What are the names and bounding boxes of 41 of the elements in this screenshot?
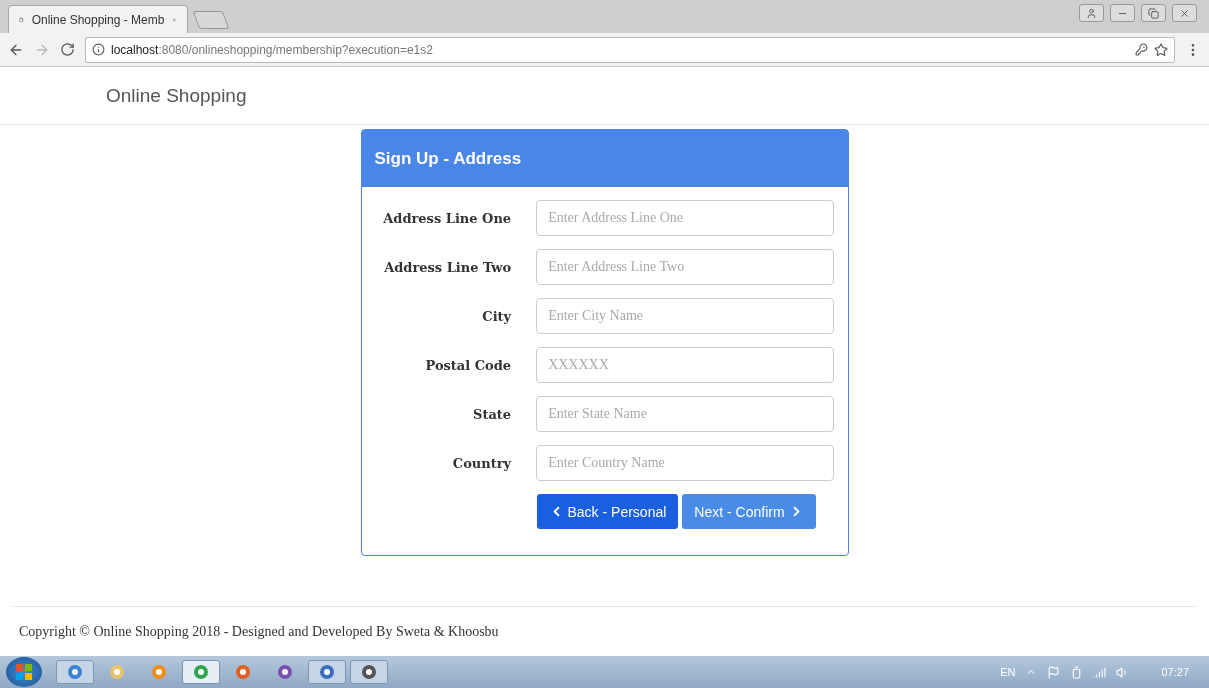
taskbar-app[interactable] (56, 660, 94, 684)
field-label: Country (451, 455, 513, 471)
address-field[interactable]: localhost:8080/onlineshopping/membership?execution=e1s2 (85, 36, 1175, 63)
field-label: Postal Code (424, 357, 513, 373)
back-button[interactable]: Back - Personal (536, 494, 679, 529)
input-field[interactable]: Enter City Name (536, 298, 834, 334)
windows-logo-icon (16, 664, 32, 680)
next-button[interactable]: Next - Confirm (682, 494, 816, 529)
input-field[interactable]: Enter Address Line Two (536, 249, 834, 285)
close-window-button[interactable] (1172, 4, 1197, 22)
taskbar-app[interactable] (350, 660, 388, 684)
signal-icon[interactable] (1093, 665, 1107, 679)
user-icon (1086, 7, 1097, 19)
input-field[interactable]: Enter Country Name (536, 445, 834, 481)
start-button[interactable] (6, 657, 42, 687)
reload-icon[interactable] (60, 42, 75, 57)
star-icon[interactable] (1154, 42, 1168, 57)
minimize-button[interactable] (1110, 4, 1135, 22)
close-icon (1179, 7, 1190, 19)
browser-tab[interactable]: Online Shopping - Memb (8, 5, 188, 33)
profile-button[interactable] (1079, 4, 1104, 22)
tab-title: Online Shopping - Memb (31, 12, 165, 27)
field-label: Address Line One (382, 210, 513, 226)
flag-icon[interactable] (1047, 665, 1061, 679)
restore-button[interactable] (1141, 4, 1166, 22)
input-field[interactable]: Enter Address Line One (536, 200, 834, 236)
taskbar-app[interactable] (308, 660, 346, 684)
field-label: State (472, 406, 513, 422)
url-text: localhost:8080/onlineshopping/membership?execution=e1s2 (111, 42, 433, 57)
new-tab-button[interactable] (192, 11, 230, 29)
brand-link[interactable]: Online Shopping (106, 84, 247, 107)
copyright-text: Copyright © Online Shopping 2018 - Designed and Developed By Sweta & Khoosbu (19, 623, 499, 640)
key-icon[interactable] (1135, 43, 1148, 56)
field-label: Address Line Two (383, 259, 513, 275)
taskbar-app[interactable] (182, 660, 220, 684)
card-title: Sign Up - Address (374, 148, 522, 169)
restore-icon (1148, 7, 1159, 19)
info-icon[interactable] (92, 43, 105, 56)
input-field[interactable]: XXXXXX (536, 347, 834, 383)
field-label: City (481, 308, 513, 324)
input-field[interactable]: Enter State Name (536, 396, 834, 432)
